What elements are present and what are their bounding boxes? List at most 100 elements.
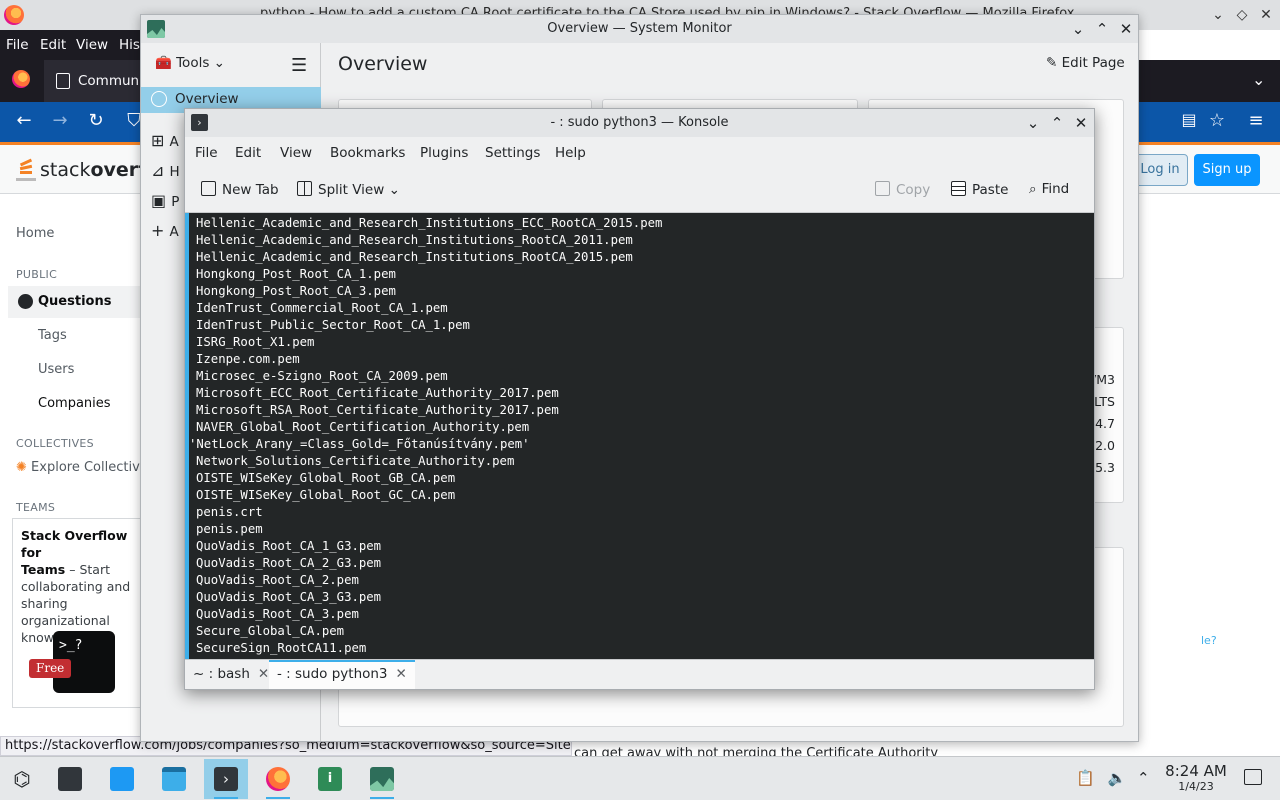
chevron-down-icon[interactable]: ⌄ — [1208, 5, 1228, 25]
signup-button[interactable]: Sign up — [1194, 154, 1260, 186]
plasma-taskbar: ⌬ › i 📋 🔈 ⌃ 8:24 AM 1/4/23 — [0, 756, 1280, 800]
close-tab-icon[interactable]: ✕ — [258, 666, 269, 682]
menu-plugins[interactable]: Plugins — [420, 145, 468, 161]
terminal-line: Network_Solutions_Certificate_Authority.… — [196, 454, 515, 468]
terminal-area[interactable]: Hellenic_Academic_and_Research_Instituti… — [185, 213, 1094, 659]
nav-home[interactable]: Home — [16, 226, 54, 241]
terminal-line: Hellenic_Academic_and_Research_Instituti… — [196, 233, 633, 247]
menu-file[interactable]: File — [6, 37, 29, 53]
forward-arrow-icon[interactable]: → — [48, 110, 72, 131]
show-desktop-icon[interactable] — [1244, 769, 1262, 785]
tab-list-chevron-icon[interactable]: ⌄ — [1252, 70, 1265, 89]
terminal-line: Microsoft_RSA_Root_Certificate_Authority… — [196, 403, 559, 417]
terminal-line: IdenTrust_Public_Sector_Root_CA_1.pem — [196, 318, 470, 332]
menu-settings[interactable]: Settings — [485, 145, 540, 161]
taskbar-discover[interactable] — [100, 759, 144, 799]
nav-tags[interactable]: Tags — [38, 328, 67, 343]
maximize-icon[interactable]: ⌃ — [1047, 113, 1067, 133]
tools-menu-button[interactable]: 🧰 Tools ⌄ — [155, 55, 225, 71]
taskbar-dolphin[interactable] — [152, 759, 196, 799]
volume-icon[interactable]: 🔈 — [1107, 769, 1126, 787]
system-monitor-app-icon — [370, 767, 394, 791]
teams-promo: Stack Overflow for Teams – Start collabo… — [12, 518, 140, 708]
terminal-line: Hongkong_Post_Root_CA_3.pem — [196, 284, 396, 298]
konsole-tabbar: ~ : bash ✕ - : sudo python3 ✕ — [185, 659, 1094, 689]
reload-icon[interactable]: ↻ — [84, 110, 108, 131]
terminal-line: Microsoft_ECC_Root_Certificate_Authority… — [196, 386, 559, 400]
bookmark-star-icon[interactable]: ☆ — [1205, 110, 1229, 131]
hamburger-menu-icon[interactable]: ≡ — [1244, 110, 1268, 131]
maximize-icon[interactable]: ⌃ — [1092, 19, 1112, 39]
close-icon[interactable]: ✕ — [1256, 5, 1276, 25]
nav-heading-teams: TEAMS — [16, 501, 56, 514]
terminal-line: ISRG_Root_X1.pem — [196, 335, 315, 349]
diamond-icon[interactable]: ◇ — [1232, 5, 1252, 25]
login-button[interactable]: Log in — [1132, 154, 1188, 186]
nav-users[interactable]: Users — [38, 362, 74, 377]
taskbar-firefox[interactable] — [256, 759, 300, 799]
hamburger-menu-icon[interactable]: ☰ — [291, 55, 307, 76]
terminal-line: penis.crt — [196, 505, 263, 519]
terminal-line: QuoVadis_Root_CA_2.pem — [196, 573, 359, 587]
free-badge: Free — [29, 659, 72, 678]
settings-app-icon — [58, 767, 82, 791]
sidebar-item-history[interactable]: ⊿ H — [151, 161, 180, 180]
taskbar-system-settings[interactable] — [48, 759, 92, 799]
folder-icon — [162, 767, 186, 791]
menu-bookmarks[interactable]: Bookmarks — [330, 145, 405, 161]
menu-view[interactable]: View — [280, 145, 312, 161]
tab-sudo-python3[interactable]: - : sudo python3 ✕ — [269, 660, 415, 689]
minimize-icon[interactable]: ⌄ — [1068, 19, 1088, 39]
menu-history[interactable]: His — [119, 37, 140, 53]
browser-tab[interactable]: Communi — [44, 60, 154, 102]
minimize-icon[interactable]: ⌄ — [1023, 113, 1043, 133]
menu-view[interactable]: View — [76, 37, 108, 53]
menu-edit[interactable]: Edit — [40, 37, 66, 53]
sidebar-item-add-page[interactable]: + A — [151, 221, 179, 240]
terminal-line: QuoVadis_Root_CA_3.pem — [196, 607, 359, 621]
taskbar-info-center[interactable]: i — [308, 759, 352, 799]
konsole-toolbar: New Tab Split View ⌄ Copy Paste ⌕ Find — [185, 167, 1094, 213]
application-launcher[interactable]: ⌬ — [0, 759, 44, 799]
firefox-view-icon[interactable] — [12, 70, 30, 88]
taskbar-system-monitor[interactable] — [360, 759, 404, 799]
terminal-line: Hellenic_Academic_and_Research_Instituti… — [196, 216, 663, 230]
sidebar-item-applications[interactable]: ⊞ A — [151, 131, 179, 150]
digital-clock[interactable]: 8:24 AM 1/4/23 — [1160, 763, 1232, 794]
sidebar-item-processes[interactable]: ▣ P — [151, 191, 179, 210]
copy-button[interactable]: Copy — [875, 181, 930, 198]
menu-file[interactable]: File — [195, 145, 218, 161]
back-arrow-icon[interactable]: ← — [12, 110, 36, 131]
tab-bash[interactable]: ~ : bash ✕ — [185, 660, 277, 689]
edit-page-button[interactable]: ✎ Edit Page — [1046, 55, 1125, 71]
close-icon[interactable]: ✕ — [1116, 19, 1136, 39]
terminal-line: QuoVadis_Root_CA_3_G3.pem — [196, 590, 382, 604]
split-view-button[interactable]: Split View ⌄ — [297, 181, 400, 198]
info-center-icon: i — [318, 767, 342, 791]
terminal-line: Hellenic_Academic_and_Research_Instituti… — [196, 250, 633, 264]
nav-companies[interactable]: Companies — [38, 396, 111, 411]
menu-help[interactable]: Help — [555, 145, 586, 161]
discover-app-icon — [110, 767, 134, 791]
find-button[interactable]: ⌕ Find — [1029, 181, 1069, 197]
partial-link: le? — [1201, 634, 1217, 647]
system-tray: 📋 🔈 ⌃ — [1076, 769, 1150, 787]
page-title: Overview — [338, 53, 428, 75]
nav-heading-public: PUBLIC — [16, 268, 58, 281]
firefox-logo-icon — [4, 5, 24, 25]
clipboard-icon[interactable]: 📋 — [1076, 769, 1095, 787]
paste-icon — [951, 181, 966, 196]
konsole-titlebar: › - : sudo python3 — Konsole ⌄ ⌃ ✕ — [185, 109, 1094, 137]
taskbar-konsole[interactable]: › — [204, 759, 248, 799]
nav-questions[interactable]: Questions — [8, 286, 140, 318]
browser-tab-label: Communi — [78, 73, 143, 89]
reader-view-icon[interactable]: ▤ — [1177, 110, 1201, 129]
clock-date: 1/4/23 — [1178, 780, 1214, 793]
paste-button[interactable]: Paste — [951, 181, 1008, 198]
close-tab-icon[interactable]: ✕ — [396, 666, 407, 682]
menu-edit[interactable]: Edit — [235, 145, 261, 161]
new-tab-button[interactable]: New Tab — [201, 181, 279, 198]
nav-explore-collectives[interactable]: ✺ Explore Collective — [16, 460, 148, 475]
tray-expand-icon[interactable]: ⌃ — [1137, 769, 1150, 787]
close-icon[interactable]: ✕ — [1071, 113, 1091, 133]
